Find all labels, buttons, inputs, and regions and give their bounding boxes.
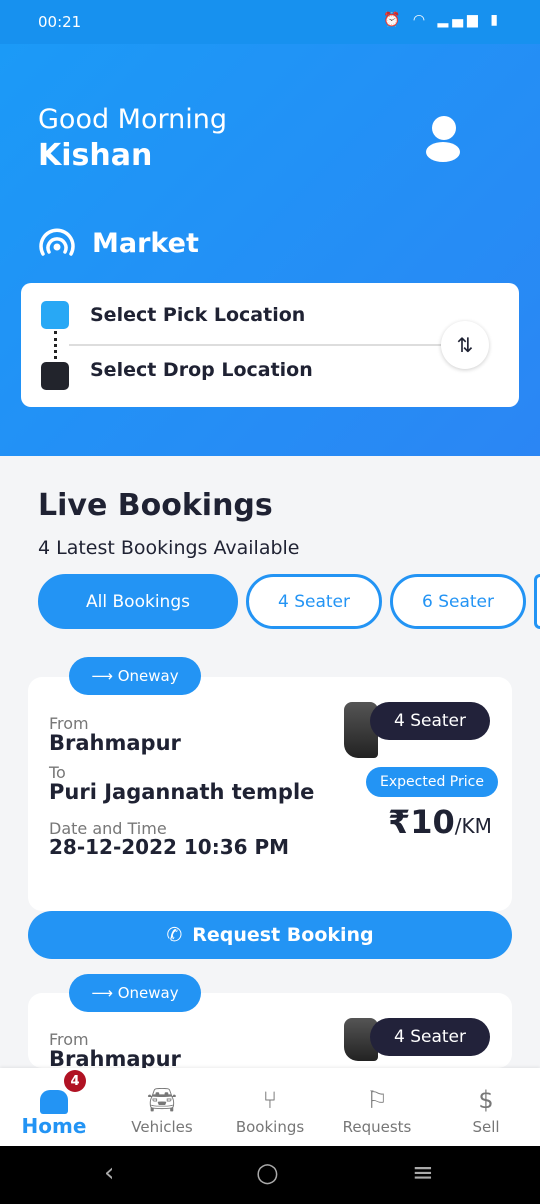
- trip-type: Oneway: [117, 984, 179, 1002]
- nav-label: Vehicles: [131, 1118, 193, 1136]
- datetime-value: 28-12-2022 10:36 PM: [49, 835, 290, 859]
- seater-label: 4 Seater: [370, 1018, 490, 1056]
- nav-label: Sell: [472, 1118, 500, 1136]
- expected-price-label: Expected Price: [366, 767, 498, 797]
- nav-home[interactable]: 4 Home: [4, 1068, 104, 1146]
- filter-chips: All Bookings 4 Seater 6 Seater: [38, 574, 540, 629]
- nav-label: Requests: [342, 1118, 412, 1136]
- bottom-nav: 4 Home 🚘︎ Vehicles ⑂ Bookings ⚐ Requests $ Se…: [0, 1068, 540, 1146]
- filter-4-seater[interactable]: 4 Seater: [246, 574, 382, 629]
- status-icons: ⏰ ◠ ▂▄▆ ▮: [383, 12, 502, 28]
- seater-badge: 4 Seater: [344, 1018, 490, 1061]
- section-subtitle: 4 Latest Bookings Available: [38, 537, 300, 559]
- arrow-right-icon: ⟶: [91, 667, 118, 685]
- nav-sell[interactable]: $ Sell: [436, 1068, 536, 1146]
- filter-6-seater[interactable]: 6 Seater: [390, 574, 526, 629]
- location-card: Select Pick Location Select Drop Locatio…: [21, 283, 519, 407]
- nav-vehicles[interactable]: 🚘︎ Vehicles: [112, 1068, 212, 1146]
- filter-all-bookings[interactable]: All Bookings: [38, 574, 238, 629]
- system-nav-bar: ‹ ○ ≡: [0, 1146, 540, 1204]
- market-label: Market: [92, 227, 199, 259]
- request-booking-button[interactable]: ✆ Request Booking: [28, 911, 512, 959]
- car-icon: 🚘︎: [146, 1086, 178, 1114]
- nav-label: Bookings: [235, 1118, 305, 1136]
- price: ₹10/KM: [388, 803, 492, 841]
- drop-marker: [41, 362, 69, 390]
- profile-icon[interactable]: [426, 116, 462, 164]
- pick-location-input[interactable]: Select Pick Location: [90, 304, 305, 326]
- recents-icon[interactable]: ≡: [412, 1158, 434, 1188]
- pickup-marker: [41, 301, 69, 329]
- broadcast-icon: [39, 228, 75, 256]
- signal-icon: ▂▄▆: [437, 12, 482, 28]
- status-bar: 00:21 ⏰ ◠ ▂▄▆ ▮: [0, 0, 540, 44]
- filter-more[interactable]: [534, 574, 540, 629]
- drop-location-input[interactable]: Select Drop Location: [90, 359, 313, 381]
- to-value: Puri Jagannath temple: [49, 780, 315, 804]
- battery-icon: ▮: [490, 12, 502, 28]
- home-icon: [4, 1068, 104, 1114]
- trip-type-badge: ⟶ Oneway: [69, 974, 201, 1012]
- nav-requests[interactable]: ⚐ Requests: [327, 1068, 427, 1146]
- booking-card[interactable]: From Brahmapur To Puri Jagannath temple …: [28, 677, 512, 911]
- section-title: Live Bookings: [38, 488, 273, 523]
- seater-badge: 4 Seater: [344, 702, 490, 758]
- user-name: Kishan: [38, 138, 153, 173]
- trip-type: Oneway: [117, 667, 179, 685]
- back-icon[interactable]: ‹: [104, 1158, 114, 1188]
- wifi-icon: ◠: [412, 12, 430, 28]
- price-value: ₹10: [388, 803, 455, 841]
- market-title: Market: [38, 226, 199, 260]
- nav-label: Home: [21, 1114, 87, 1138]
- notification-badge: 4: [64, 1070, 86, 1092]
- fork-arrows-icon: ⑂: [262, 1086, 278, 1114]
- home-circle-icon[interactable]: ○: [256, 1158, 279, 1188]
- dollar-icon: $: [478, 1086, 494, 1114]
- from-value: Brahmapur: [49, 731, 181, 755]
- swap-icon: ⇅: [456, 333, 474, 357]
- phone-icon: ✆: [166, 924, 183, 946]
- greeting: Good Morning: [38, 104, 227, 135]
- swap-locations-button[interactable]: ⇅: [441, 321, 489, 369]
- alarm-icon: ⏰: [382, 12, 405, 28]
- divider: [69, 344, 441, 346]
- price-unit: /KM: [454, 814, 492, 838]
- clock: 00:21: [38, 13, 82, 31]
- route-dots: [54, 331, 57, 359]
- arrow-right-icon: ⟶: [91, 984, 118, 1002]
- seater-label: 4 Seater: [370, 702, 490, 740]
- nav-bookings[interactable]: ⑂ Bookings: [220, 1068, 320, 1146]
- request-booking-label: Request Booking: [192, 924, 374, 946]
- flag-icon: ⚐: [366, 1086, 388, 1114]
- trip-type-badge: ⟶ Oneway: [69, 657, 201, 695]
